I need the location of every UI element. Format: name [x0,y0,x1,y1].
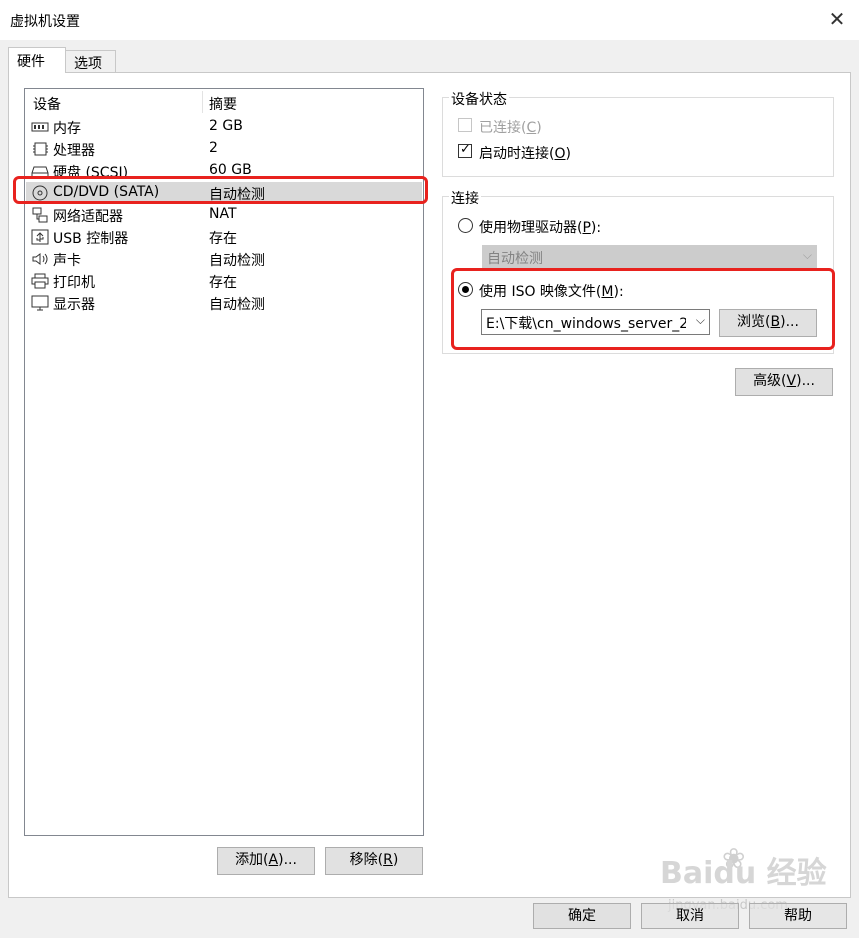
device-row-sound[interactable]: 声卡 自动检测 [26,248,422,270]
usb-icon [31,229,49,245]
device-row-harddisk[interactable]: 硬盘 (SCSI) 60 GB [26,160,422,182]
chevron-down-icon: ⌵ [802,248,812,262]
cancel-button[interactable]: 取消 [641,903,739,929]
memory-icon [31,122,49,132]
device-row-network[interactable]: 网络适配器 NAT [26,204,422,226]
checkmark-icon: ✓ [460,142,471,157]
physical-drive-text: 使用物理驱动器( [479,220,583,236]
physical-drive-label: 使用物理驱动器(P): [479,217,601,237]
device-summary: 60 GB [209,162,252,178]
device-row-processor[interactable]: 处理器 2 [26,138,422,160]
remove-button-hotkey: R [383,852,393,868]
iso-image-label: 使用 ISO 映像文件(M): [479,281,624,301]
physical-drive-hotkey: P [582,220,591,236]
remove-button[interactable]: 移除(R) [325,847,423,875]
iso-path-value: E:\下载\cn_windows_server_2016 [486,316,686,332]
window-title: 虚拟机设置 [10,14,80,30]
device-row-usb[interactable]: USB 控制器 存在 [26,226,422,248]
device-summary: 存在 [209,275,237,291]
device-name: 声卡 [53,253,81,269]
device-status-title: 设备状态 [449,89,509,109]
harddisk-icon [31,166,49,178]
monitor-icon [31,295,49,311]
ok-button[interactable]: 确定 [533,903,631,929]
close-icon[interactable]: ✕ [826,8,848,30]
add-button-suffix: )... [278,852,297,868]
physical-drive-radio[interactable] [458,218,473,233]
connected-label: 已连接(C) [479,117,542,137]
iso-path-combobox[interactable]: E:\下载\cn_windows_server_2016 ⌵ [481,309,710,335]
column-separator[interactable] [202,91,203,113]
device-row-printer[interactable]: 打印机 存在 [26,270,422,292]
device-list-header: 设备 摘要 [25,89,423,115]
device-name: 显示器 [53,297,95,313]
browse-button-suffix: )... [780,314,799,330]
network-icon [32,207,48,223]
title-bar: 虚拟机设置 ✕ [0,0,859,40]
tab-hardware[interactable]: 硬件 [8,47,66,73]
device-summary: 存在 [209,231,237,247]
connection-title: 连接 [449,188,481,208]
iso-image-text: 使用 ISO 映像文件( [479,284,602,300]
tab-options[interactable]: 选项 [65,50,116,72]
device-name: 内存 [53,121,81,137]
help-button[interactable]: 帮助 [749,903,847,929]
connected-text: 已连接( [479,120,527,136]
browse-button-hotkey: B [770,314,781,330]
device-name: USB 控制器 [53,231,129,247]
sound-icon [32,253,48,265]
remove-button-label: 移除( [349,852,384,868]
physical-drive-select-value: 自动检测 [487,251,543,267]
processor-icon [33,142,48,156]
connect-at-power-on-suffix: ) [565,146,571,162]
connect-at-power-on-label: 启动时连接(O) [479,143,571,163]
device-name: 处理器 [53,143,95,159]
browse-button-label: 浏览( [737,314,771,330]
device-name: 打印机 [53,275,95,291]
connect-at-power-on-hotkey: O [554,146,566,162]
device-summary: NAT [209,206,237,222]
device-summary: 自动检测 [209,187,265,203]
radio-selected-dot [462,286,469,293]
device-row-cd-dvd[interactable]: CD/DVD (SATA) 自动检测 [26,182,422,204]
cd-dvd-icon [32,185,48,201]
add-button-hotkey: A [268,852,279,868]
tab-hardware-label: 硬件 [17,54,45,70]
device-name: 硬盘 (SCSI) [53,165,129,181]
watermark-text: Baidu 经验 [660,856,827,891]
advanced-button-label: 高级( [753,373,787,389]
device-summary: 自动检测 [209,297,265,313]
physical-drive-suffix: ): [590,220,602,236]
device-summary: 2 [209,140,218,156]
chevron-down-icon[interactable]: ⌵ [696,313,705,328]
iso-image-suffix: ): [613,284,624,300]
connect-at-power-on-text: 启动时连接( [479,146,555,162]
connected-hotkey: C [526,120,537,136]
device-name: CD/DVD (SATA) [53,184,160,200]
connected-suffix: ) [536,120,542,136]
iso-image-radio[interactable] [458,282,473,297]
physical-drive-select: 自动检测 ⌵ [482,245,817,269]
iso-image-hotkey: M [601,284,614,300]
browse-button[interactable]: 浏览(B)... [719,309,817,337]
advanced-button[interactable]: 高级(V)... [735,368,833,396]
connect-at-power-on-checkbox[interactable]: ✓ [458,142,472,158]
printer-icon [31,273,49,289]
connected-checkbox[interactable] [458,118,472,132]
device-status-group [442,97,834,177]
advanced-button-suffix: )... [796,373,815,389]
device-row-monitor[interactable]: 显示器 自动检测 [26,292,422,314]
device-row-memory[interactable]: 内存 2 GB [26,116,422,138]
tab-options-label: 选项 [74,56,102,72]
advanced-button-hotkey: V [786,373,797,389]
device-summary: 自动检测 [209,253,265,269]
device-list[interactable]: 设备 摘要 内存 2 GB 处理器 2 硬盘 (SCSI) 60 GB CD/D… [24,88,424,836]
device-summary: 2 GB [209,118,243,134]
column-header-summary[interactable]: 摘要 [209,94,237,114]
device-name: 网络适配器 [53,209,123,225]
add-button[interactable]: 添加(A)... [217,847,315,875]
remove-button-suffix: ) [392,852,399,868]
column-header-device[interactable]: 设备 [33,94,61,114]
add-button-label: 添加( [235,852,269,868]
